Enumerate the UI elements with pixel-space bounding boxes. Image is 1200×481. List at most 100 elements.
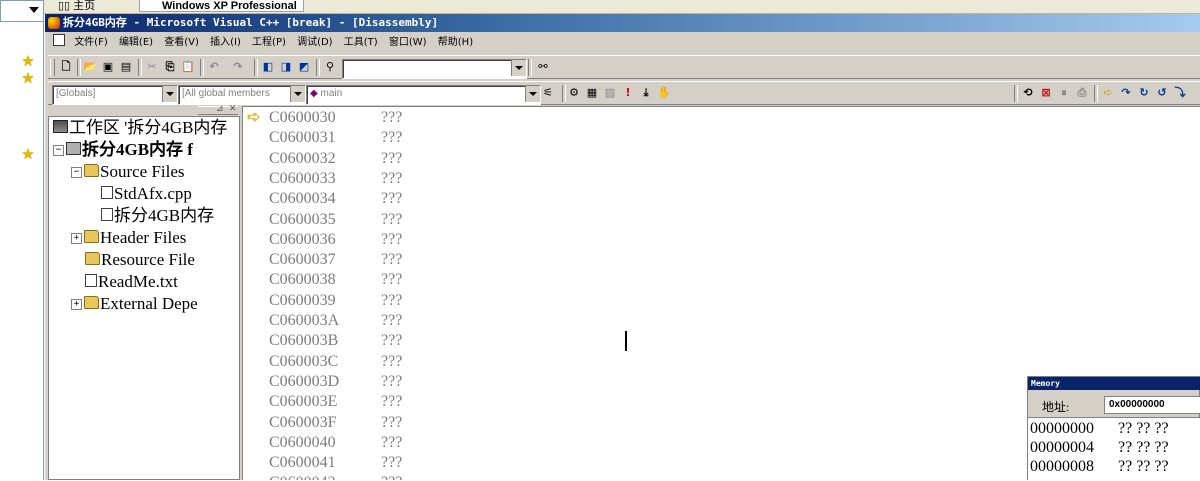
vm-tab-label: Windows XP Professional [162, 0, 297, 12]
star-icon[interactable]: ★ [20, 70, 36, 86]
disassembly-line: C060003E??? [269, 392, 402, 412]
host-tab-home[interactable]: ▯▯ 主页 [58, 0, 95, 12]
panel-close-icon[interactable]: ✕ [229, 104, 237, 114]
disassembly-line: C0600039??? [269, 291, 402, 311]
menu-tools[interactable]: 工具(T) [340, 33, 382, 53]
memory-window: Memory 地址: 0x00000000 00000000?? ?? ?? 0… [1027, 376, 1200, 481]
open-icon[interactable]: 📂 [82, 59, 98, 75]
project-icon [66, 142, 81, 155]
disassembly-line: C0600040??? [269, 433, 402, 453]
menu-project[interactable]: 工程(P) [248, 33, 290, 53]
paste-icon[interactable]: 📋 [180, 59, 196, 75]
menu-help[interactable]: 帮助(H) [434, 33, 477, 53]
combo-dropdown-icon[interactable] [162, 86, 177, 102]
copy-icon[interactable]: ⎘ [162, 59, 178, 75]
restart-icon[interactable]: ⟲ [1020, 85, 1036, 101]
menu-window[interactable]: 窗口(W) [385, 33, 431, 53]
cut-icon[interactable]: ✂ [144, 59, 160, 75]
instruction-code: ??? [381, 251, 403, 269]
members-combo[interactable]: [All global members [178, 85, 306, 105]
window-list-icon[interactable]: ◩ [296, 59, 312, 75]
find-combo[interactable] [342, 59, 527, 79]
break-icon[interactable]: ⏸ [1056, 85, 1072, 101]
apply-code-changes-icon[interactable]: ⎙ [1074, 85, 1090, 101]
save-icon[interactable]: ▣ [100, 59, 116, 75]
tree-item-external-deps[interactable]: + External Depe [71, 293, 198, 315]
stop-debugging-icon[interactable]: ⊠ [1038, 85, 1054, 101]
scope-combo[interactable]: [Globals] [52, 85, 178, 105]
host-dropdown[interactable] [0, 0, 44, 22]
disassembly-line: C0600033??? [269, 169, 402, 189]
step-into-icon[interactable]: ↷ [1118, 85, 1134, 101]
instruction-code: ??? [381, 413, 403, 431]
instruction-code: ??? [381, 169, 403, 187]
disassembly-line: C0600034??? [269, 189, 402, 209]
tree-item-stdafx[interactable]: StdAfx.cpp [101, 183, 192, 205]
instruction-address: C060003B [269, 332, 339, 350]
output-icon[interactable]: ◨ [278, 59, 294, 75]
host-tab-vm[interactable]: Windows XP Professional [139, 0, 304, 12]
star-icon[interactable]: ★ [20, 146, 36, 162]
instruction-code: ??? [381, 454, 403, 472]
redo-icon[interactable]: ↷ [230, 59, 246, 75]
compile-icon[interactable]: ⚙ [566, 85, 582, 101]
breakpoint-icon[interactable]: ✋ [656, 85, 672, 101]
new-file-icon[interactable]: 🗋 [58, 59, 74, 75]
disassembly-line: C0600037??? [269, 250, 402, 270]
title-bar: 拆分4GB内存 - Microsoft Visual C++ [break] -… [45, 14, 1200, 32]
tree-item-main-cpp[interactable]: 拆分4GB内存 [101, 205, 214, 227]
disassembly-line: C0600035??? [269, 210, 402, 230]
document-menu-icon[interactable] [53, 34, 65, 46]
instruction-code: ??? [381, 332, 403, 350]
execute-icon[interactable]: ! [620, 85, 636, 101]
text-file-icon [85, 274, 97, 287]
expand-icon[interactable]: + [71, 233, 82, 244]
find-in-files-icon[interactable]: ⚲ [322, 59, 338, 75]
tree-item-project[interactable]: − 拆分4GB内存 f [53, 139, 193, 161]
stop-build-icon[interactable]: ▨ [602, 85, 618, 101]
undo-icon[interactable]: ↶ [206, 59, 222, 75]
workspace-icon[interactable]: ◧ [260, 59, 276, 75]
vc-window: 拆分4GB内存 - Microsoft Visual C++ [break] -… [45, 14, 1200, 481]
disassembly-line: C060003F??? [269, 413, 402, 433]
tree-item-source-files[interactable]: − Source Files [71, 161, 185, 183]
instruction-address: C0600039 [269, 291, 336, 309]
menu-edit[interactable]: 编辑(E) [115, 33, 157, 53]
wizard-action-icon[interactable]: ⚟ [540, 85, 556, 101]
tree-item-resource-files[interactable]: Resource File [85, 249, 195, 271]
expand-icon[interactable]: + [71, 299, 82, 310]
workspace-header: ⊿ ✕ [48, 104, 240, 116]
menu-debug[interactable]: 调试(D) [293, 33, 337, 53]
combo-dropdown-icon[interactable] [511, 60, 526, 76]
tree-item-header-files[interactable]: + Header Files [71, 227, 186, 249]
build-icon[interactable]: ▦ [584, 85, 600, 101]
menu-view[interactable]: 查看(V) [160, 33, 203, 53]
find-icon[interactable]: ⚯ [535, 59, 551, 75]
collapse-icon[interactable]: − [71, 167, 82, 178]
menu-insert[interactable]: 插入(I) [206, 33, 245, 53]
memory-address-label: 地址: [1042, 400, 1070, 414]
dropdown-arrow-icon [29, 7, 39, 13]
instruction-address: C0600038 [269, 271, 336, 289]
function-combo[interactable]: ◆ main [306, 85, 541, 105]
step-over-icon[interactable]: ↻ [1136, 85, 1152, 101]
combo-dropdown-icon[interactable] [290, 86, 305, 102]
memory-address-input[interactable]: 0x00000000 [1104, 396, 1200, 414]
step-out-icon[interactable]: ↺ [1154, 85, 1170, 101]
app-icon [48, 17, 60, 29]
combo-dropdown-icon[interactable] [525, 86, 540, 102]
toolbar-grip[interactable] [50, 59, 55, 76]
panel-dock-icon[interactable]: ⊿ [216, 104, 224, 114]
show-next-statement-icon[interactable]: ➪ [1100, 85, 1116, 101]
tree-item-workspace[interactable]: 工作区 '拆分4GB内存 [53, 117, 227, 139]
go-icon[interactable]: ⤓ [638, 85, 654, 101]
menu-file[interactable]: 文件(F) [70, 33, 112, 53]
save-all-icon[interactable]: ▤ [118, 59, 134, 75]
instruction-code: ??? [381, 109, 403, 126]
instruction-address: C0600031 [269, 129, 336, 147]
run-to-cursor-icon[interactable]: ⤵ [1172, 85, 1188, 101]
instruction-code: ??? [381, 190, 403, 208]
collapse-icon[interactable]: − [53, 145, 64, 156]
star-icon[interactable]: ★ [20, 53, 36, 69]
tree-item-readme[interactable]: ReadMe.txt [85, 271, 178, 293]
